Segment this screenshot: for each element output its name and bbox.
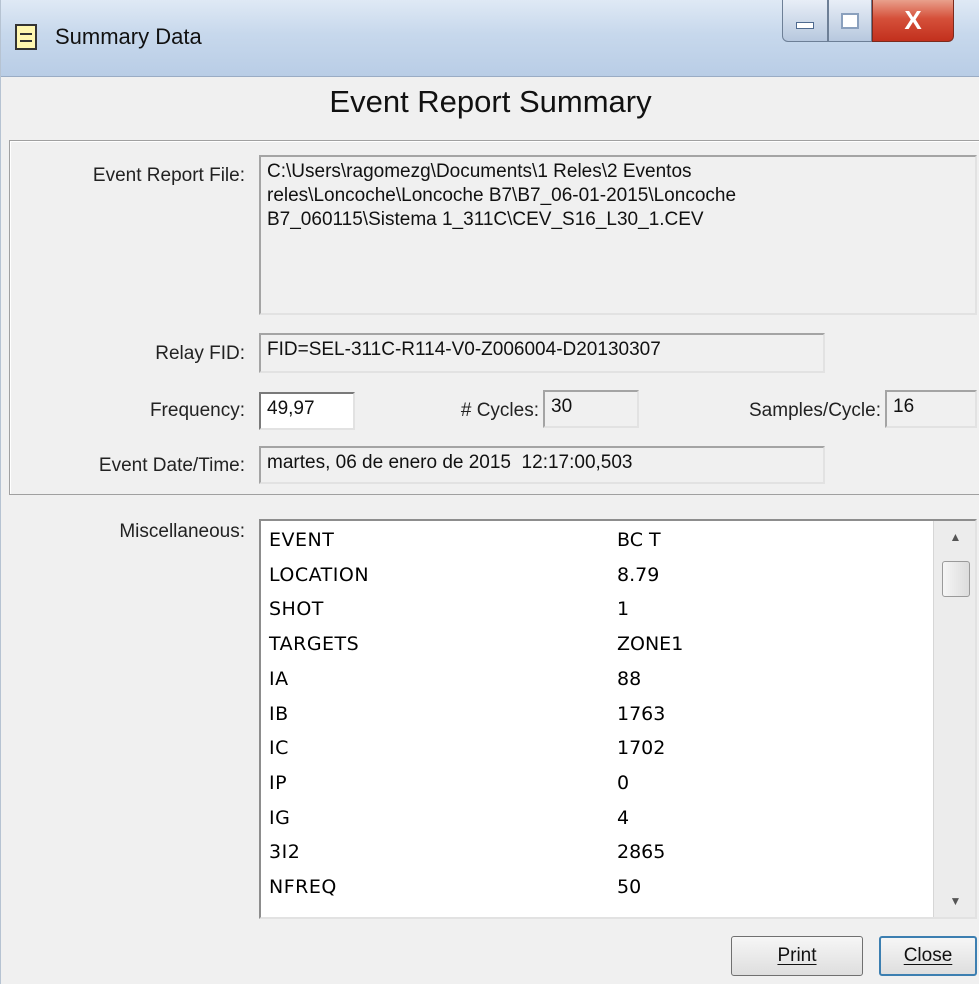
misc-value: 8.79 bbox=[617, 563, 660, 586]
list-item[interactable]: IP 0 bbox=[261, 768, 933, 802]
list-item[interactable]: IC 1702 bbox=[261, 733, 933, 767]
relay-fid-field[interactable]: FID=SEL-311C-R114-V0-Z006004-D20130307 bbox=[259, 333, 825, 373]
list-item[interactable]: SHOT 1 bbox=[261, 594, 933, 628]
event-datetime-field[interactable]: martes, 06 de enero de 2015 12:17:00,503 bbox=[259, 446, 825, 484]
list-item[interactable]: IG 4 bbox=[261, 803, 933, 837]
frequency-label: Frequency: bbox=[149, 400, 245, 421]
list-item[interactable]: NFREQ 50 bbox=[261, 872, 933, 906]
misc-value: 88 bbox=[617, 667, 642, 690]
event-report-file-label: Event Report File: bbox=[92, 165, 245, 186]
misc-key: IA bbox=[269, 667, 289, 690]
misc-value: 4 bbox=[617, 806, 630, 829]
page-title: Event Report Summary bbox=[329, 84, 652, 119]
close-icon: X bbox=[904, 5, 922, 35]
minimize-button[interactable] bbox=[782, 0, 828, 42]
notepad-icon bbox=[15, 24, 37, 50]
maximize-icon bbox=[841, 12, 859, 29]
misc-key: TARGETS bbox=[269, 633, 360, 656]
event-datetime-label: Event Date/Time: bbox=[98, 455, 245, 476]
misc-value: 0 bbox=[617, 771, 630, 794]
misc-value: 1 bbox=[617, 598, 630, 621]
misc-value: 1763 bbox=[617, 702, 666, 725]
miscellaneous-label: Miscellaneous: bbox=[119, 521, 245, 542]
close-window-button[interactable]: X bbox=[872, 0, 954, 42]
arrow-down-icon: ▼ bbox=[949, 894, 962, 908]
scrollbar-thumb[interactable] bbox=[942, 561, 970, 597]
misc-key: IC bbox=[269, 737, 289, 760]
close-button-label: Close bbox=[903, 945, 953, 966]
event-report-file-field[interactable]: C:\Users\ragomezg\Documents\1 Reles\2 Ev… bbox=[259, 155, 977, 315]
print-button-label: Print bbox=[777, 945, 817, 966]
misc-value: 1702 bbox=[617, 737, 666, 760]
vertical-scrollbar[interactable]: ▲ ▼ bbox=[933, 521, 975, 917]
close-button[interactable]: Close bbox=[879, 936, 977, 976]
list-item[interactable]: IA 88 bbox=[261, 664, 933, 698]
misc-key: NFREQ bbox=[269, 876, 337, 898]
print-button[interactable]: Print bbox=[731, 936, 863, 976]
samples-per-cycle-label: Samples/Cycle: bbox=[749, 400, 881, 421]
cycles-label: # Cycles: bbox=[460, 400, 539, 421]
misc-key: LOCATION bbox=[269, 563, 370, 586]
list-item[interactable]: 3I2 2865 bbox=[261, 837, 933, 871]
frequency-input[interactable]: 49,97 bbox=[259, 392, 355, 430]
list-item[interactable]: EVENT BC T bbox=[261, 525, 933, 559]
misc-key: IB bbox=[269, 702, 289, 725]
misc-value: 2865 bbox=[617, 841, 666, 864]
title-bar[interactable]: Summary Data X bbox=[1, 0, 979, 77]
arrow-up-icon: ▲ bbox=[949, 530, 962, 544]
list-item[interactable]: IB 1763 bbox=[261, 699, 933, 733]
list-item[interactable]: LOCATION 8.79 bbox=[261, 560, 933, 594]
relay-fid-label: Relay FID: bbox=[155, 343, 245, 364]
minimize-icon bbox=[796, 22, 814, 29]
window-title: Summary Data bbox=[55, 24, 202, 49]
cycles-field[interactable]: 30 bbox=[543, 390, 639, 428]
list-item[interactable]: TARGETS ZONE1 bbox=[261, 629, 933, 663]
misc-key: SHOT bbox=[269, 598, 324, 621]
misc-value: BC T bbox=[617, 529, 661, 551]
summary-data-window: Summary Data X Event Report Summary Even… bbox=[0, 0, 979, 984]
scroll-down-button[interactable]: ▼ bbox=[934, 885, 975, 917]
misc-key: IG bbox=[269, 806, 291, 829]
misc-value: ZONE1 bbox=[617, 633, 684, 656]
maximize-button[interactable] bbox=[828, 0, 872, 42]
misc-key: EVENT bbox=[269, 529, 335, 551]
misc-value: 50 bbox=[617, 876, 642, 898]
samples-per-cycle-field[interactable]: 16 bbox=[885, 390, 977, 428]
misc-key: IP bbox=[269, 771, 288, 794]
misc-key: 3I2 bbox=[269, 841, 301, 864]
scroll-up-button[interactable]: ▲ bbox=[934, 521, 975, 553]
miscellaneous-list[interactable]: EVENT BC T LOCATION 8.79 SHOT 1 TARGETS ZONE1 IA… bbox=[259, 519, 977, 919]
